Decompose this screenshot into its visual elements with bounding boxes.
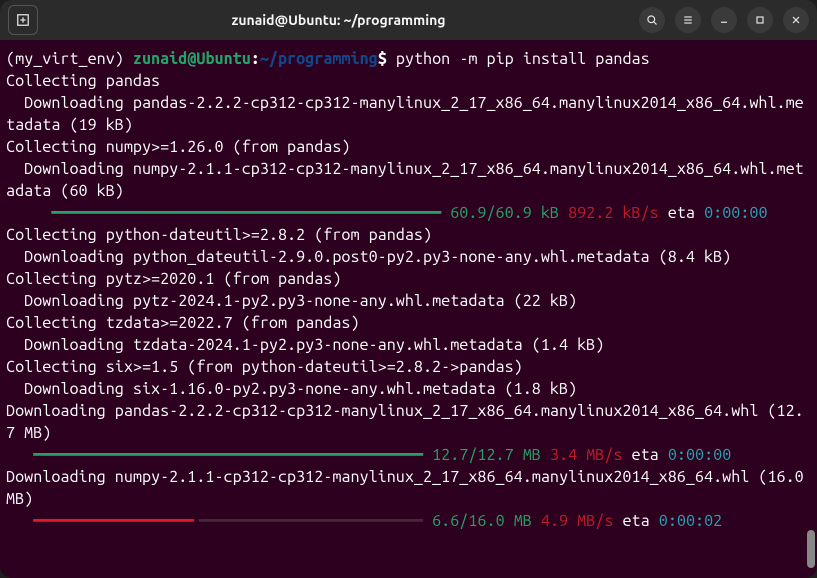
progress-size: 6.6/16.0 MB: [423, 512, 532, 530]
progress-speed: 892.2 kB/s: [559, 204, 659, 222]
minimize-button[interactable]: [711, 7, 737, 33]
search-icon: [646, 14, 658, 26]
maximize-icon: [754, 14, 766, 26]
progress-bar-rest: ━━━━━━━━━━━━━━━━━━━━━━━: [199, 512, 423, 530]
output-line: Downloading numpy-2.1.1-cp312-cp312-many…: [6, 160, 804, 200]
progress-speed: 4.9 MB/s: [532, 512, 614, 530]
progress-size: 60.9/60.9 kB: [441, 204, 559, 222]
window-title: zunaid@Ubuntu: ~/programming: [46, 12, 631, 28]
eta-label: eta: [613, 512, 658, 530]
eta-value: 0:00:02: [659, 512, 722, 530]
close-button[interactable]: [783, 7, 809, 33]
progress-bar: ━━━━━━━━━━━━━━━━━━━━━━━━━━━━━━━━━━━━━━━━: [33, 446, 423, 464]
progress-speed: 3.4 MB/s: [541, 446, 623, 464]
prompt-user: zunaid: [133, 50, 187, 68]
command-text: python -m pip install pandas: [396, 50, 650, 68]
prompt-host: Ubuntu: [196, 50, 250, 68]
venv-label: (my_virt_env): [6, 50, 133, 68]
output-line: Downloading six-1.16.0-py2.py3-none-any.…: [6, 380, 577, 398]
scrollbar[interactable]: [805, 40, 815, 576]
terminal-window: zunaid@Ubuntu: ~/programming (my_virt_en…: [0, 0, 817, 578]
output-line: Downloading pandas-2.2.2-cp312-cp312-man…: [6, 94, 804, 134]
output-line: Downloading tzdata-2024.1-py2.py3-none-a…: [6, 336, 604, 354]
new-tab-icon: [16, 13, 30, 27]
output-line: Downloading numpy-2.1.1-cp312-cp312-many…: [6, 468, 813, 508]
eta-label: eta: [622, 446, 667, 464]
eta-value: 0:00:00: [704, 204, 767, 222]
progress-pad: [6, 446, 33, 464]
output-line: Downloading python_dateutil-2.9.0.post0-…: [6, 248, 731, 266]
hamburger-icon: [682, 14, 694, 26]
output-line: Collecting six>=1.5 (from python-dateuti…: [6, 358, 523, 376]
close-icon: [790, 14, 802, 26]
minimize-icon: [718, 14, 730, 26]
progress-size: 12.7/12.7 MB: [423, 446, 541, 464]
terminal-output[interactable]: (my_virt_env) zunaid@Ubuntu:~/programmin…: [0, 40, 817, 578]
output-line: Collecting pandas: [6, 72, 160, 90]
menu-button[interactable]: [675, 7, 701, 33]
progress-bar: ━━━━━━━━━━━━━━━━━━━━━━━━━━━━━━━━━━━━━━━━: [51, 204, 441, 222]
titlebar: zunaid@Ubuntu: ~/programming: [0, 0, 817, 40]
progress-bar-head: ╸: [189, 512, 199, 530]
eta-value: 0:00:00: [668, 446, 731, 464]
output-line: Collecting pytz>=2020.1 (from pandas): [6, 270, 341, 288]
output-line: Downloading pandas-2.2.2-cp312-cp312-man…: [6, 402, 804, 442]
output-line: Collecting numpy>=1.26.0 (from pandas): [6, 138, 350, 156]
progress-pad: [6, 204, 51, 222]
eta-label: eta: [659, 204, 704, 222]
output-line: Collecting tzdata>=2022.7 (from pandas): [6, 314, 360, 332]
progress-bar-done: ━━━━━━━━━━━━━━━━: [33, 512, 189, 530]
new-tab-button[interactable]: [8, 5, 38, 35]
scrollbar-thumb[interactable]: [807, 530, 815, 568]
output-line: Downloading pytz-2024.1-py2.py3-none-any…: [6, 292, 577, 310]
prompt-dollar: $: [378, 50, 396, 68]
output-line: Collecting python-dateutil>=2.8.2 (from …: [6, 226, 432, 244]
search-button[interactable]: [639, 7, 665, 33]
maximize-button[interactable]: [747, 7, 773, 33]
progress-pad: [6, 512, 33, 530]
prompt-path: ~/programming: [260, 50, 378, 68]
prompt-colon: :: [251, 50, 260, 68]
